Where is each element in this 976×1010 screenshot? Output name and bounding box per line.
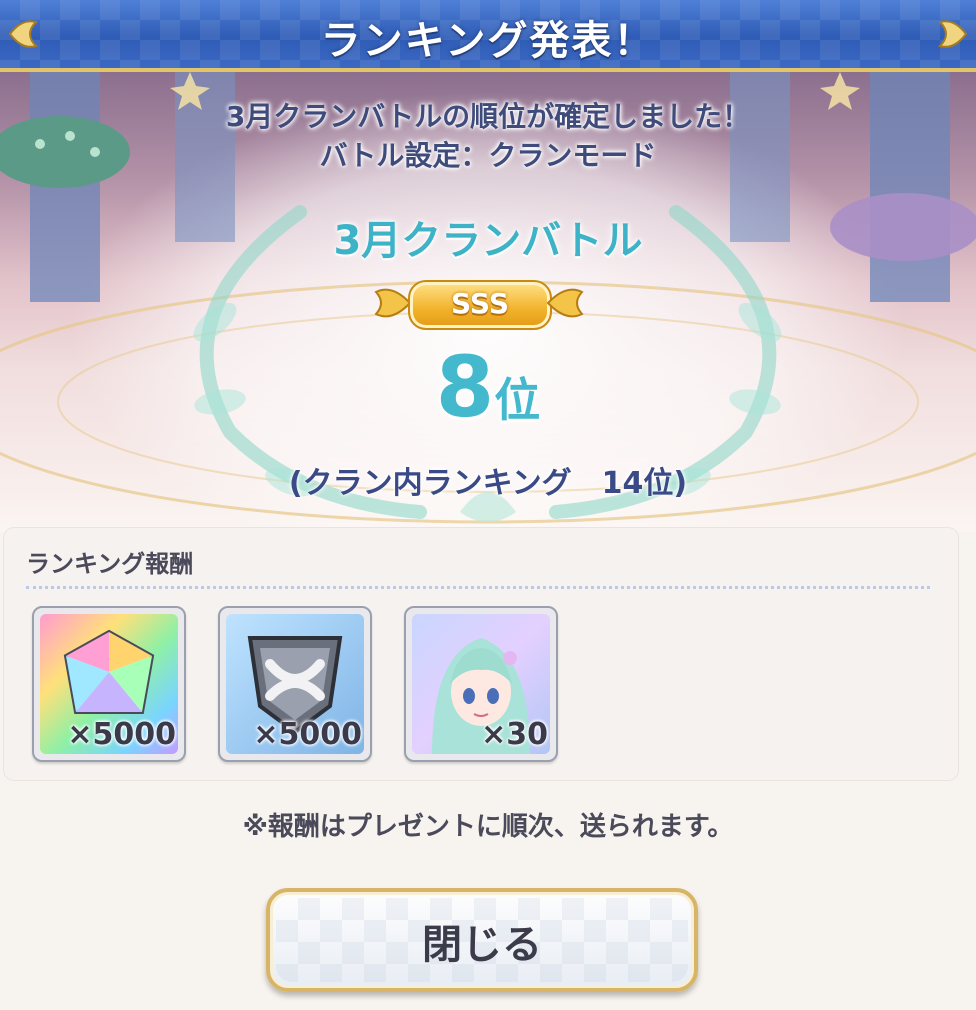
reward-item[interactable]: ×30 — [404, 606, 558, 762]
left-wing-icon — [374, 288, 412, 318]
rewards-panel: ランキング報酬 ×5000 ×5000 ×30 — [4, 528, 958, 780]
result-message-line1: 3月クランバトルの順位が確定しました！ — [225, 100, 751, 133]
ranking-announcement-dialog: ランキング発表！ 3月クランバトルの順位が確定しました！ バトル設定：クランモー… — [0, 0, 976, 1010]
rewards-divider — [26, 586, 930, 589]
close-button[interactable]: 閉じる — [266, 888, 698, 992]
reward-item[interactable]: ×5000 — [32, 606, 186, 762]
rank-position: 8位 — [0, 338, 976, 436]
rank-suffix: 位 — [494, 373, 541, 427]
reward-quantity: ×5000 — [253, 717, 362, 752]
reward-item[interactable]: ×5000 — [218, 606, 372, 762]
rewards-heading: ランキング報酬 — [26, 550, 194, 578]
dialog-title: ランキング発表！ — [320, 18, 656, 64]
right-wing-icon — [546, 288, 584, 318]
reward-quantity: ×30 — [481, 717, 548, 752]
delivery-note: ※報酬はプレゼントに順次、送られます。 — [242, 812, 734, 842]
event-name: 3月クランバトル — [333, 218, 643, 264]
rank-number: 8 — [435, 338, 495, 436]
result-message-line2: バトル設定：クランモード — [319, 139, 657, 172]
reward-quantity: ×5000 — [67, 717, 176, 752]
dialog-title-bar: ランキング発表！ — [0, 0, 976, 72]
rank-grade-badge: SSS — [408, 280, 552, 330]
close-button-label: 閉じる — [422, 922, 542, 968]
clan-internal-rank: (クラン内ランキング 14位) — [288, 466, 688, 501]
